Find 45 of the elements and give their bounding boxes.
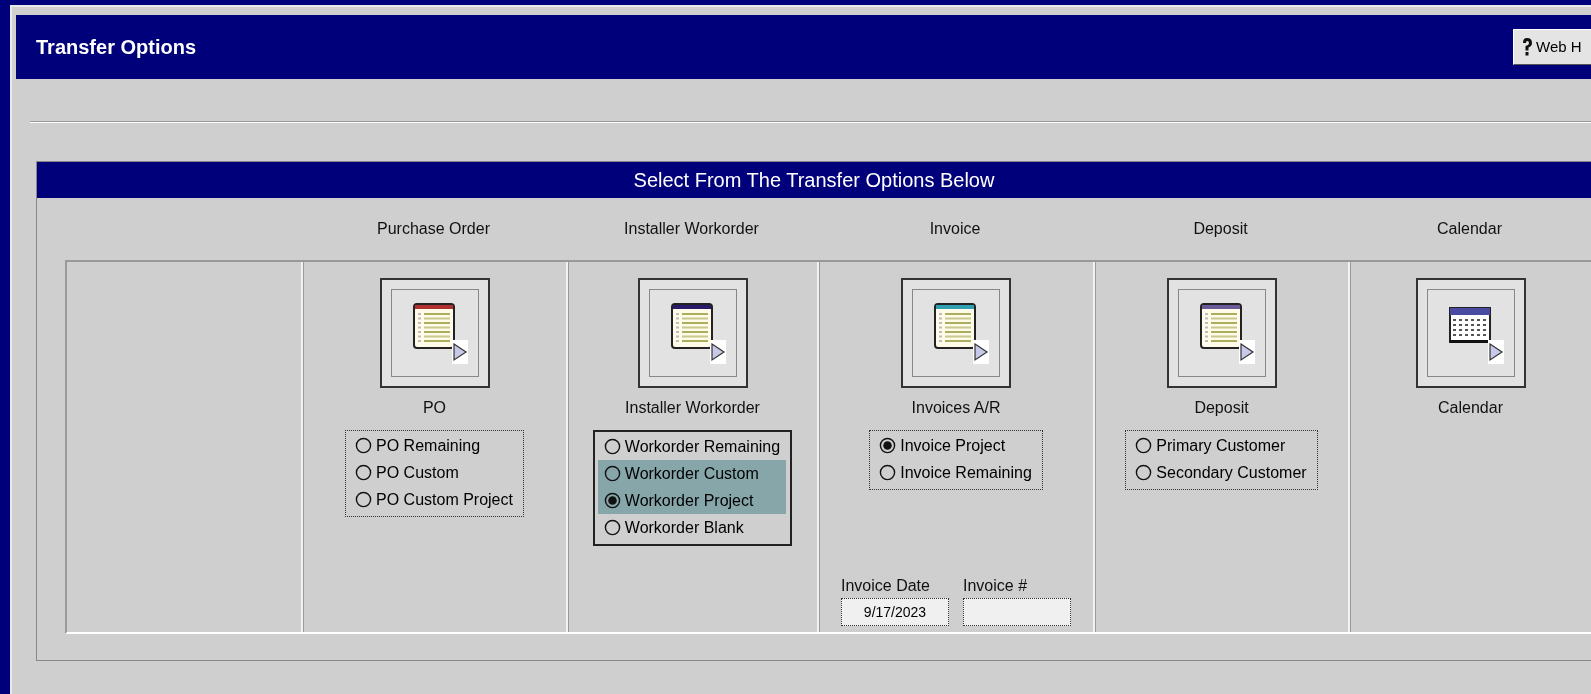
help-button[interactable]: Web H [1513, 29, 1591, 65]
radio-icon[interactable] [355, 491, 373, 508]
column-header: Calendar [1436, 219, 1503, 239]
radio-icon[interactable] [603, 465, 621, 482]
radio-option[interactable]: PO Remaining [349, 432, 519, 459]
radio-icon[interactable] [1135, 464, 1153, 481]
input-field[interactable]: 9/17/2023 [841, 598, 949, 626]
field-label: Invoice Date [841, 576, 930, 596]
button-label: Installer Workorder [625, 398, 760, 418]
radio-selected-icon[interactable] [603, 492, 621, 509]
question-mark-icon [1520, 37, 1534, 57]
field-label: Invoice # [963, 576, 1028, 596]
column-header: Purchase Order [376, 219, 491, 239]
radio-option[interactable]: Primary Customer [1129, 432, 1313, 459]
radio-option[interactable]: Workorder Project [597, 487, 787, 514]
column-header: Installer Workorder [623, 219, 760, 239]
radio-option[interactable]: PO Custom [349, 459, 519, 486]
radio-option[interactable]: Workorder Remaining [597, 433, 787, 460]
radio-icon[interactable] [603, 519, 621, 536]
button-label: Deposit [1194, 398, 1249, 418]
transfer-button[interactable] [637, 278, 748, 388]
transfer-button[interactable] [1166, 278, 1277, 388]
button-label: PO [422, 398, 447, 418]
radio-option[interactable]: Invoice Project [873, 432, 1038, 459]
transfer-button[interactable] [901, 278, 1011, 388]
calendar-button[interactable] [1415, 278, 1526, 388]
panel-title: Select From The Transfer Options Below [37, 162, 1591, 198]
radio-icon[interactable] [355, 437, 373, 454]
button-label: Invoices A/R [911, 398, 1001, 418]
radio-selected-icon[interactable] [879, 437, 897, 454]
radio-option[interactable]: Workorder Blank [597, 514, 787, 541]
transfer-button[interactable] [379, 278, 490, 388]
column-header: Deposit [1192, 219, 1249, 239]
button-label: Calendar [1438, 398, 1503, 418]
radio-option[interactable]: PO Custom Project [349, 486, 519, 513]
radio-icon[interactable] [355, 464, 373, 481]
radio-option[interactable]: Secondary Customer [1129, 459, 1313, 486]
radio-icon[interactable] [879, 464, 897, 481]
radio-option[interactable]: Invoice Remaining [873, 459, 1038, 486]
window-title: Transfer Options [36, 35, 197, 60]
radio-option[interactable]: Workorder Custom [597, 460, 787, 487]
input-field[interactable] [963, 598, 1071, 626]
radio-icon[interactable] [603, 438, 621, 455]
radio-icon[interactable] [1135, 437, 1153, 454]
column-header: Invoice [928, 219, 982, 239]
